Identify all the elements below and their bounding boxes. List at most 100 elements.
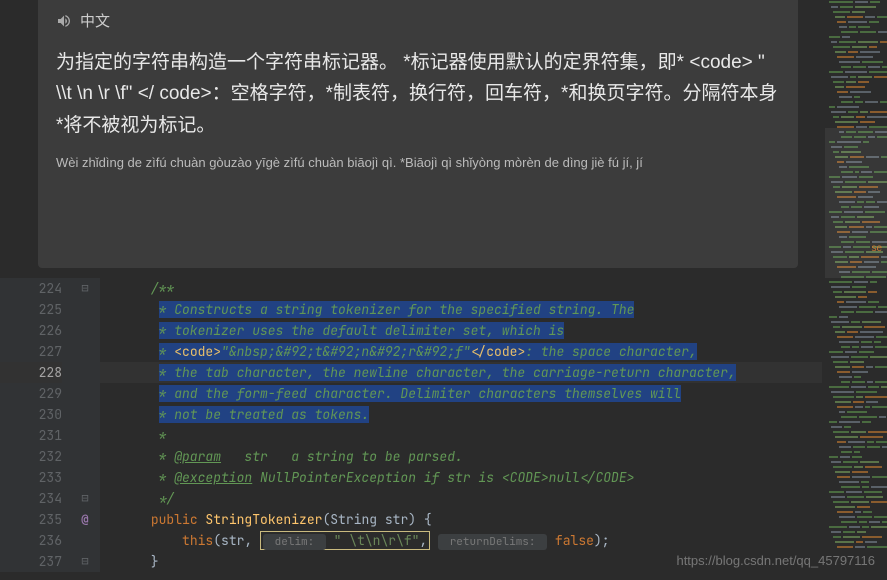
code-line[interactable]: * @param str a string to be parsed. [100,446,822,467]
minimap-line [825,361,887,365]
minimap-hint: se [871,243,882,254]
gutter-mark[interactable]: ⊟ [70,551,100,572]
line-number: 231 [0,425,62,446]
minimap-line [825,421,887,425]
minimap-line [825,301,887,305]
language-label: 中文 [80,10,110,31]
minimap-line [825,411,887,415]
code-line[interactable]: * and the form-feed character. Delimiter… [100,383,822,404]
minimap-line [825,366,887,370]
code-line[interactable]: public StringTokenizer(String str) { [100,509,822,530]
minimap-line [825,36,887,40]
minimap-line [825,496,887,500]
line-number: 233 [0,467,62,488]
gutter-mark[interactable]: ⊟ [70,488,100,509]
code-content[interactable]: /** * Constructs a string tokenizer for … [100,278,822,572]
minimap-line [825,66,887,70]
gutter-mark[interactable] [70,425,100,446]
gutter-mark[interactable] [70,530,100,551]
minimap-line [825,111,887,115]
minimap-line [825,11,887,15]
minimap-line [825,346,887,350]
code-line[interactable]: * not be treated as tokens. [100,404,822,425]
minimap-line [825,531,887,535]
minimap-line [825,61,887,65]
minimap-line [825,416,887,420]
code-line[interactable]: * Constructs a string tokenizer for the … [100,299,822,320]
gutter-mark[interactable] [70,446,100,467]
line-number: 236 [0,530,62,551]
minimap-line [825,41,887,45]
minimap[interactable]: se [825,0,887,580]
minimap-line [825,381,887,385]
minimap-line [825,516,887,520]
minimap-line [825,341,887,345]
minimap-line [825,526,887,530]
minimap-line [825,46,887,50]
minimap-line [825,311,887,315]
minimap-line [825,76,887,80]
minimap-line [825,16,887,20]
minimap-line [825,321,887,325]
minimap-line [825,506,887,510]
minimap-line [825,91,887,95]
code-line[interactable]: */ [100,488,822,509]
minimap-line [825,56,887,60]
minimap-line [825,451,887,455]
minimap-line [825,1,887,5]
minimap-line [825,31,887,35]
minimap-line [825,546,887,550]
minimap-line [825,441,887,445]
gutter-mark[interactable]: @ [70,509,100,530]
minimap-line [825,376,887,380]
minimap-line [825,326,887,330]
code-editor[interactable]: 2242252262272282292302312322332342352362… [0,278,822,572]
sound-icon[interactable] [56,13,72,29]
minimap-line [825,501,887,505]
code-line[interactable]: * <code>"&nbsp;&#92;t&#92;n&#92;r&#92;f"… [100,341,822,362]
minimap-line [825,541,887,545]
minimap-line [825,336,887,340]
minimap-line [825,466,887,470]
minimap-line [825,86,887,90]
line-number: 232 [0,446,62,467]
gutter-marks[interactable]: ⊟⊟@⊟ [70,278,100,572]
code-line[interactable]: * tokenizer uses the default delimiter s… [100,320,822,341]
line-number: 230 [0,404,62,425]
minimap-line [825,306,887,310]
minimap-line [825,456,887,460]
minimap-line [825,536,887,540]
line-number: 226 [0,320,62,341]
watermark: https://blog.csdn.net/qq_45797116 [676,553,875,568]
code-line[interactable]: * [100,425,822,446]
minimap-line [825,521,887,525]
code-line[interactable]: this(str, delim: " \t\n\r\f", returnDeli… [100,530,822,551]
code-line[interactable]: * @exception NullPointerException if str… [100,467,822,488]
minimap-line [825,101,887,105]
gutter-mark[interactable] [70,320,100,341]
gutter-mark[interactable] [70,299,100,320]
minimap-line [825,296,887,300]
gutter-mark[interactable] [70,404,100,425]
minimap-line [825,316,887,320]
minimap-line [825,401,887,405]
minimap-line [825,396,887,400]
gutter-mark[interactable]: ⊟ [70,278,100,299]
minimap-line [825,426,887,430]
gutter-mark[interactable] [70,467,100,488]
minimap-viewport[interactable] [825,128,887,278]
gutter-mark[interactable] [70,383,100,404]
line-number: 228 [0,362,62,383]
line-number: 237 [0,551,62,572]
gutter-mark[interactable] [70,341,100,362]
translation-pinyin: Wèi zhǐdìng de zìfú chuàn gòuzào yīgè zì… [56,155,780,170]
line-number-gutter: 2242252262272282292302312322332342352362… [0,278,70,572]
line-number: 227 [0,341,62,362]
gutter-mark[interactable] [70,362,100,383]
popup-header: 中文 [56,10,780,31]
minimap-line [825,481,887,485]
minimap-line [825,386,887,390]
code-line[interactable]: /** [100,278,822,299]
code-line[interactable]: * the tab character, the newline charact… [100,362,822,383]
minimap-line [825,71,887,75]
